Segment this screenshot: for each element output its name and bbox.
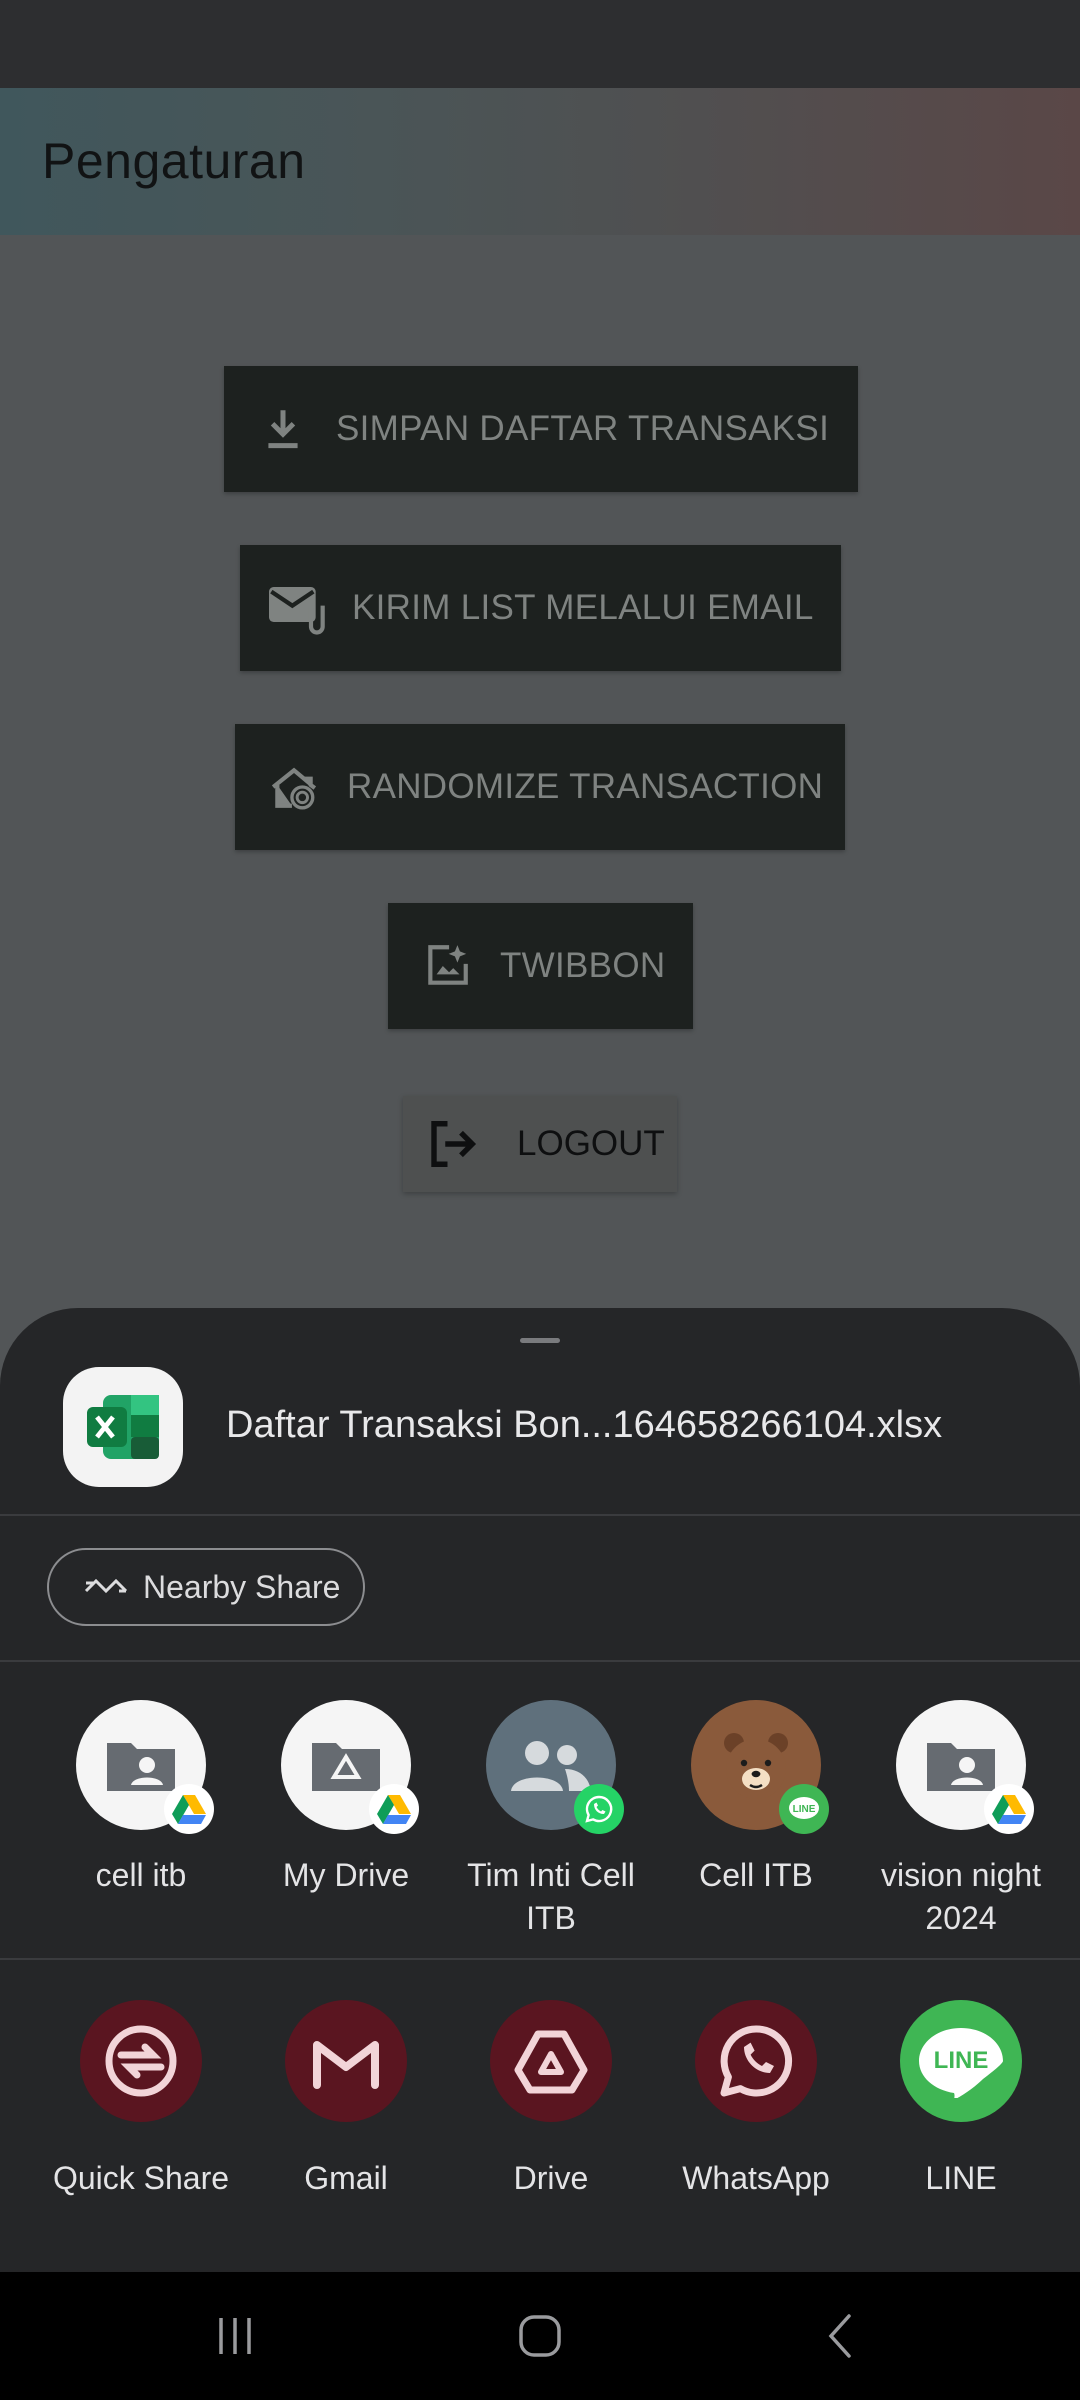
app-bar: Pengaturan bbox=[0, 88, 1080, 235]
download-icon bbox=[268, 410, 298, 449]
back-icon bbox=[828, 2314, 851, 2358]
divider bbox=[0, 1958, 1080, 1960]
google-drive-icon bbox=[164, 1784, 214, 1834]
app-whatsapp[interactable]: WhatsApp bbox=[646, 2000, 866, 2197]
drive-icon bbox=[490, 2000, 612, 2122]
save-transactions-button[interactable]: SIMPAN DAFTAR TRANSAKSI bbox=[224, 366, 858, 492]
share-target-label: My Drive bbox=[282, 1857, 410, 1893]
home-button[interactable] bbox=[492, 2272, 588, 2400]
share-target-my-drive[interactable]: My Drive bbox=[246, 1700, 446, 1897]
logout-icon bbox=[431, 1121, 477, 1167]
share-target-label: Cell ITB bbox=[699, 1857, 813, 1893]
whatsapp-icon bbox=[574, 1784, 624, 1834]
randomize-transaction-button[interactable]: RANDOMIZE TRANSACTION bbox=[235, 724, 845, 850]
save-transactions-label: SIMPAN DAFTAR TRANSAKSI bbox=[336, 409, 830, 448]
share-target-cell-itb[interactable]: cell itb bbox=[41, 1700, 241, 1897]
logout-label: LOGOUT bbox=[517, 1124, 665, 1163]
shared-file-name: Daftar Transaksi Bon...164658266104.xlsx bbox=[226, 1404, 943, 1446]
line-icon: LINE bbox=[779, 1784, 829, 1834]
svg-text:LINE: LINE bbox=[934, 2047, 989, 2074]
group-icon bbox=[486, 1700, 624, 1834]
page-title: Pengaturan bbox=[42, 133, 306, 189]
twibbon-label: TWIBBON bbox=[500, 946, 666, 985]
app-label: Gmail bbox=[304, 2160, 388, 2196]
share-target-label: vision night 2024 bbox=[880, 1857, 1042, 1936]
app-label: WhatsApp bbox=[682, 2160, 830, 2196]
app-line[interactable]: LINE LINE bbox=[851, 2000, 1071, 2197]
drive-folder-icon bbox=[281, 1700, 419, 1834]
sheet-drag-handle[interactable] bbox=[520, 1338, 560, 1343]
sparkle-photo-icon bbox=[428, 945, 468, 985]
excel-file-icon bbox=[63, 1367, 183, 1487]
nearby-share-icon bbox=[84, 1578, 128, 1594]
share-target-label: cell itb bbox=[95, 1857, 187, 1893]
nearby-share-label: Nearby Share bbox=[143, 1568, 341, 1605]
divider bbox=[0, 1660, 1080, 1662]
share-target-tim-inti-cell-itb[interactable]: Tim Inti Cell ITB bbox=[451, 1700, 651, 1940]
app-gmail[interactable]: Gmail bbox=[236, 2000, 456, 2197]
shared-folder-icon bbox=[76, 1700, 214, 1834]
twibbon-button[interactable]: TWIBBON bbox=[388, 903, 693, 1029]
randomize-transaction-label: RANDOMIZE TRANSACTION bbox=[347, 767, 824, 806]
share-target-cell-itb-line[interactable]: LINE Cell ITB bbox=[656, 1700, 856, 1897]
back-button[interactable] bbox=[800, 2272, 880, 2400]
app-label: Drive bbox=[513, 2160, 589, 2196]
svg-text:LINE: LINE bbox=[793, 1804, 816, 1815]
logout-button[interactable]: LOGOUT bbox=[403, 1096, 677, 1192]
line-icon: LINE bbox=[900, 2000, 1022, 2122]
status-bar bbox=[0, 0, 1080, 88]
email-list-label: KIRIM LIST MELALUI EMAIL bbox=[352, 588, 814, 627]
share-target-label: Tim Inti Cell ITB bbox=[467, 1857, 635, 1936]
app-drive[interactable]: Drive bbox=[441, 2000, 661, 2197]
brown-bear-icon: LINE bbox=[691, 1700, 829, 1834]
nearby-share-button[interactable]: Nearby Share bbox=[47, 1548, 365, 1626]
share-sheet: Daftar Transaksi Bon...164658266104.xlsx… bbox=[0, 1308, 1080, 2272]
home-icon bbox=[519, 2315, 561, 2357]
google-drive-icon bbox=[369, 1784, 419, 1834]
whatsapp-icon bbox=[695, 2000, 817, 2122]
divider bbox=[0, 1514, 1080, 1516]
home-fingerprint-icon bbox=[271, 767, 317, 810]
shared-folder-icon bbox=[896, 1700, 1034, 1834]
app-label: Quick Share bbox=[52, 2160, 230, 2196]
google-drive-icon bbox=[984, 1784, 1034, 1834]
app-quick-share[interactable]: Quick Share bbox=[31, 2000, 251, 2197]
app-label: LINE bbox=[925, 2160, 997, 2196]
recent-apps-icon bbox=[219, 2318, 251, 2354]
quick-share-icon bbox=[80, 2000, 202, 2122]
system-navigation-bar bbox=[0, 2272, 1080, 2400]
email-attachment-icon bbox=[269, 587, 325, 635]
share-target-vision-night-2024[interactable]: vision night 2024 bbox=[861, 1700, 1061, 1940]
gmail-icon bbox=[285, 2000, 407, 2122]
recent-apps-button[interactable] bbox=[190, 2272, 280, 2400]
email-list-button[interactable]: KIRIM LIST MELALUI EMAIL bbox=[240, 545, 841, 671]
